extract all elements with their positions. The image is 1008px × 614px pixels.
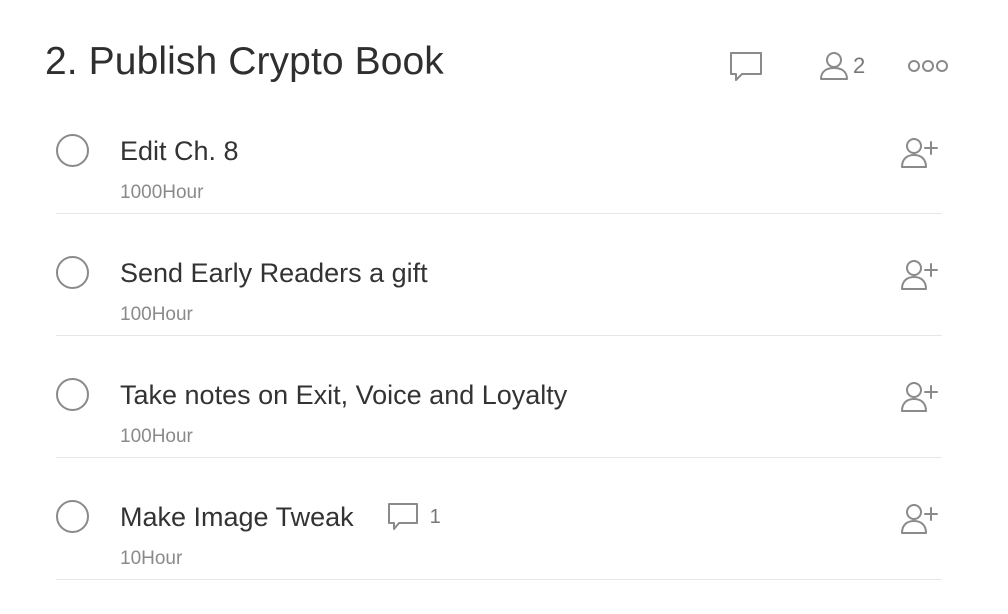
task-title-row: Send Early Readers a gift bbox=[120, 255, 428, 291]
comment-icon bbox=[728, 50, 764, 84]
project-page: 2. Publish Crypto Book 2 Edit Ch. 8 1000… bbox=[0, 0, 1008, 614]
assign-user-button[interactable] bbox=[900, 380, 940, 414]
task-hours: 100Hour bbox=[120, 304, 193, 325]
assign-user-icon bbox=[900, 502, 940, 536]
project-members-button[interactable]: 2 bbox=[818, 50, 865, 82]
assign-user-icon bbox=[900, 258, 940, 292]
assign-user-icon bbox=[900, 136, 940, 170]
task-row[interactable]: Make Image Tweak 1 10Hour bbox=[56, 458, 942, 580]
comment-count: 1 bbox=[429, 505, 441, 528]
task-list: Edit Ch. 8 1000Hour Send Early Readers a… bbox=[56, 92, 942, 580]
task-comments-button[interactable]: 1 bbox=[386, 501, 441, 533]
task-complete-checkbox[interactable] bbox=[56, 500, 89, 533]
comment-icon bbox=[386, 501, 420, 533]
task-title[interactable]: Take notes on Exit, Voice and Loyalty bbox=[120, 377, 567, 413]
task-row[interactable]: Edit Ch. 8 1000Hour bbox=[56, 92, 942, 214]
task-row[interactable]: Send Early Readers a gift 100Hour bbox=[56, 214, 942, 336]
task-title[interactable]: Edit Ch. 8 bbox=[120, 133, 239, 169]
task-title-row: Edit Ch. 8 bbox=[120, 133, 239, 169]
task-hours: 1000Hour bbox=[120, 182, 204, 203]
assign-user-icon bbox=[900, 380, 940, 414]
task-title-row: Make Image Tweak 1 bbox=[120, 499, 441, 535]
task-hours: 100Hour bbox=[120, 426, 193, 447]
task-title[interactable]: Send Early Readers a gift bbox=[120, 255, 428, 291]
task-title-row: Take notes on Exit, Voice and Loyalty bbox=[120, 377, 567, 413]
task-complete-checkbox[interactable] bbox=[56, 256, 89, 289]
project-comments-button[interactable] bbox=[728, 50, 764, 84]
more-options-button[interactable] bbox=[906, 56, 950, 76]
task-row[interactable]: Take notes on Exit, Voice and Loyalty 10… bbox=[56, 336, 942, 458]
assign-user-button[interactable] bbox=[900, 136, 940, 170]
members-icon bbox=[818, 50, 850, 82]
assign-user-button[interactable] bbox=[900, 502, 940, 536]
task-hours: 10Hour bbox=[120, 548, 183, 569]
project-title: 2. Publish Crypto Book bbox=[45, 40, 444, 83]
assign-user-button[interactable] bbox=[900, 258, 940, 292]
task-complete-checkbox[interactable] bbox=[56, 378, 89, 411]
member-count: 2 bbox=[853, 53, 866, 78]
task-title[interactable]: Make Image Tweak bbox=[120, 499, 354, 535]
more-options-icon bbox=[906, 56, 950, 76]
task-complete-checkbox[interactable] bbox=[56, 134, 89, 167]
